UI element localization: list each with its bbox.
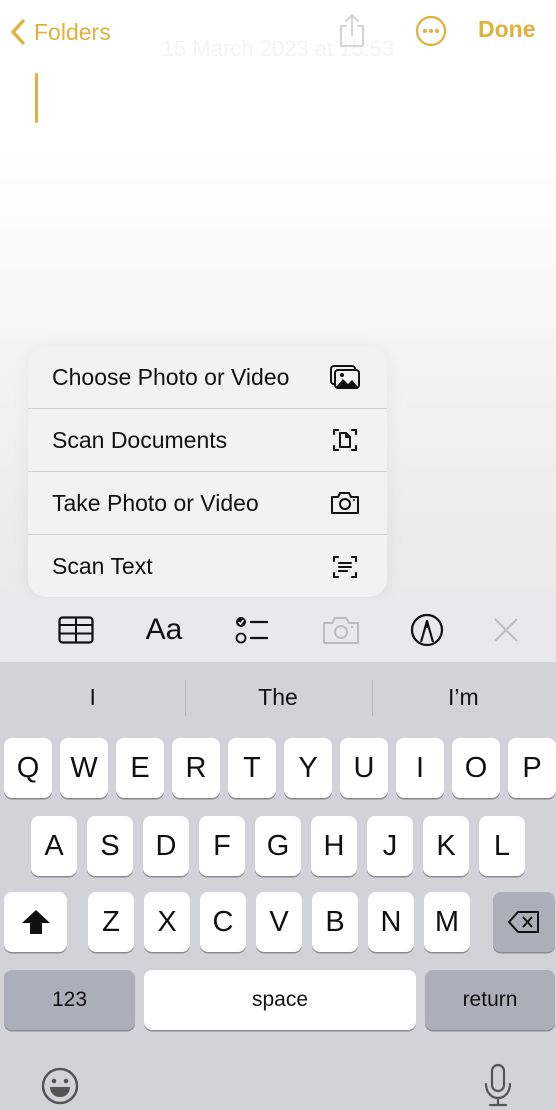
letter-key[interactable]: Y [284,738,332,798]
suggestion-divider [185,680,186,716]
letter-key[interactable]: O [452,738,500,798]
done-button[interactable]: Done [478,16,536,43]
note-editor[interactable]: 15 March 2023 at 15:53 Folders Done Choo… [0,0,556,598]
back-button[interactable]: Folders [10,14,111,50]
letter-key[interactable]: E [116,738,164,798]
suggestion-divider [372,680,373,716]
photo-library-icon [330,365,360,389]
return-key[interactable]: return [425,970,555,1030]
menu-item-label: Scan Text [52,553,153,579]
letter-key[interactable]: Q [4,738,52,798]
letter-key[interactable]: B [312,892,358,952]
table-button[interactable] [56,610,96,650]
camera-icon [331,492,359,514]
chevron-left-icon [11,19,25,45]
letter-key[interactable]: L [479,816,525,876]
letter-key[interactable]: I [396,738,444,798]
format-button[interactable]: Aa [144,610,184,650]
suggestion[interactable]: I [0,662,185,732]
back-label: Folders [34,18,111,45]
camera-button[interactable] [321,610,361,650]
share-icon [340,14,364,47]
close-icon [494,618,518,642]
letter-key[interactable]: P [508,738,556,798]
letter-key[interactable]: H [311,816,357,876]
attachment-menu: Choose Photo or Video Scan Documents Tak… [28,346,387,597]
letter-key[interactable]: S [87,816,133,876]
camera-icon [323,617,359,644]
letter-key[interactable]: U [340,738,388,798]
checklist-icon [235,617,268,644]
menu-item-label: Scan Documents [52,426,228,453]
text-cursor [35,73,38,123]
markup-pen-icon [410,613,444,647]
menu-item-scan-text[interactable]: Scan Text [28,535,387,597]
letter-key[interactable]: M [424,892,470,952]
space-key[interactable]: space [144,970,416,1030]
letter-key[interactable]: N [368,892,414,952]
microphone-icon [484,1063,512,1107]
letter-key[interactable]: J [367,816,413,876]
letter-key[interactable]: A [31,816,77,876]
letter-key[interactable]: R [172,738,220,798]
shift-icon [21,910,50,934]
menu-item-scan-documents[interactable]: Scan Documents [28,409,387,472]
keyboard: I The I’m QWERTYUIOP ASDFGHJKL ZXCVBNM 1… [0,662,556,1110]
doc-scanner-icon [333,429,357,451]
letter-key[interactable]: V [256,892,302,952]
letter-key[interactable]: G [255,816,301,876]
letter-key[interactable]: Z [88,892,134,952]
letter-key[interactable]: C [200,892,246,952]
letter-key[interactable]: F [199,816,245,876]
share-button[interactable] [337,12,367,48]
menu-item-take-photo[interactable]: Take Photo or Video [28,472,387,535]
ellipsis-circle-icon [415,15,447,47]
suggestion[interactable]: I’m [371,662,556,732]
menu-item-label: Take Photo or Video [52,489,259,516]
predictive-bar: I The I’m [0,662,556,732]
shift-key[interactable] [4,892,67,952]
numbers-key[interactable]: 123 [4,970,135,1030]
letter-key[interactable]: W [60,738,108,798]
suggestion[interactable]: The [185,662,370,732]
emoji-button[interactable] [40,1066,80,1110]
letter-key[interactable]: T [228,738,276,798]
letter-key[interactable]: X [144,892,190,952]
navigation-bar: 15 March 2023 at 15:53 Folders Done [0,0,556,64]
letter-key[interactable]: K [423,816,469,876]
letter-key[interactable]: D [143,816,189,876]
formatting-toolbar: Aa [0,598,556,662]
table-icon [58,616,94,644]
close-toolbar-button[interactable] [486,610,526,650]
delete-key[interactable] [493,892,555,952]
menu-item-label: Choose Photo or Video [52,363,290,390]
text-viewfinder-icon [333,555,357,578]
emoji-icon [41,1067,79,1105]
dictation-button[interactable] [482,1062,514,1110]
delete-backspace-icon [508,911,539,933]
checklist-button[interactable] [232,610,272,650]
more-button[interactable] [415,15,447,47]
menu-item-choose-photo[interactable]: Choose Photo or Video [28,346,387,409]
markup-button[interactable] [407,610,447,650]
